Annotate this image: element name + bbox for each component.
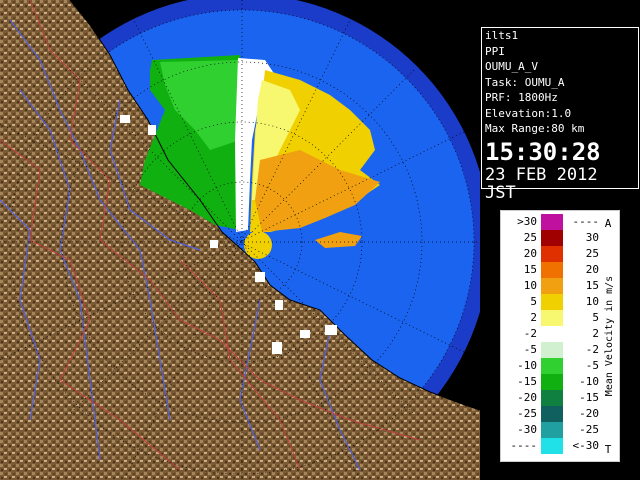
legend-left-value: 20 [523,247,537,260]
legend-right-value: 20 [585,263,599,276]
info-product: ilts1 [485,29,519,42]
legend-right-value: 5 [592,311,599,324]
legend-swatch [541,246,563,262]
legend-row: -2 2 [501,326,619,342]
velocity-legend: A Mean Velocity in m/s T >30 ---- 25 30 20… [500,210,620,462]
legend-swatch [541,326,563,342]
legend-row: 20 25 [501,246,619,262]
legend-right-value: ---- [572,215,600,228]
legend-right-value: -2 [585,343,599,356]
legend-left-value: -25 [517,407,537,420]
info-scan-type: PPI [485,44,505,58]
legend-left-value: -15 [517,375,537,388]
legend-left-value: ---- [510,439,538,452]
legend-right-value: -15 [579,391,599,404]
legend-swatch [541,358,563,374]
legend-row: -30 -25 [501,422,619,438]
legend-right-value: -10 [579,375,599,388]
legend-left-value: >30 [517,215,537,228]
info-task: Task: OUMU_A [485,75,565,89]
legend-swatch [541,214,563,230]
legend-right-value: 30 [585,231,599,244]
legend-swatch [541,390,563,406]
legend-swatch [541,406,563,422]
legend-row: ---- <-30 [501,438,619,454]
legend-swatch [541,262,563,278]
info-time: 15:30:28 [485,137,601,166]
legend-row: 15 20 [501,262,619,278]
legend-swatch [541,374,563,390]
radar-ppi-map [0,0,480,480]
legend-row: >30 ---- [501,214,619,230]
legend-row: 10 15 [501,278,619,294]
info-max-range: Max Range:80 km [485,122,585,135]
legend-swatch [541,278,563,294]
legend-swatch [541,310,563,326]
legend-right-value: 10 [585,295,599,308]
legend-left-value: 10 [523,279,537,292]
info-prf: PRF: 1800Hz [485,91,558,104]
legend-left-value: 2 [530,311,537,324]
legend-left-value: 15 [523,263,537,276]
legend-left-value: -2 [523,327,537,340]
legend-left-value: -30 [517,423,537,436]
legend-right-value: 25 [585,247,599,260]
legend-row: -5 -2 [501,342,619,358]
legend-left-value: -5 [523,343,537,356]
legend-left-value: 5 [530,295,537,308]
legend-row: -25 -20 [501,406,619,422]
legend-right-value: -5 [585,359,599,372]
legend-swatch [541,422,563,438]
echo-center-yellow [244,231,272,259]
info-field: OUMU_A_V [485,60,538,73]
info-panel: ilts1 PPI OUMU_A_V Task: OUMU_A PRF: 180… [481,27,639,202]
legend-row: -10 -5 [501,358,619,374]
legend-right-value: 2 [592,327,599,340]
legend-swatch [541,294,563,310]
legend-swatch [541,230,563,246]
legend-swatch [541,342,563,358]
legend-row: -15 -10 [501,374,619,390]
legend-left-value: -20 [517,391,537,404]
legend-swatch [541,438,563,454]
legend-row: 25 [501,310,619,326]
legend-row: 25 30 [501,230,619,246]
legend-left-value: -10 [517,359,537,372]
legend-left-value: 25 [523,231,537,244]
info-elevation: Elevation:1.0 [485,106,572,120]
legend-right-value: -20 [579,407,599,420]
info-date: 23 FEB 2012 JST [485,164,598,203]
legend-row: 5 10 [501,294,619,310]
legend-right-value: <-30 [572,439,600,452]
legend-right-value: 15 [585,279,599,292]
legend-row: -20 -15 [501,390,619,406]
legend-right-value: -25 [579,423,599,436]
